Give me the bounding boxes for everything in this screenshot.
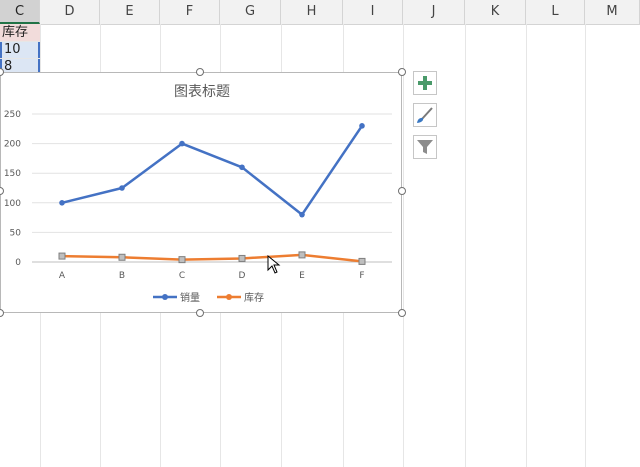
data-point-stock (238, 254, 246, 262)
resize-handle-top[interactable] (196, 68, 204, 76)
series-line-stock (61, 253, 363, 263)
grid-line (0, 58, 40, 59)
column-header-H[interactable]: H (281, 0, 343, 24)
y-tick-label: 250 (4, 110, 21, 120)
chart-area[interactable]: 图表标题 250 200 150 100 50 0 A B C D E F 销量 库存 (0, 72, 402, 313)
chart-filters-button[interactable] (413, 135, 437, 159)
column-header-bar: C D E F G H I J K L M (0, 0, 640, 25)
grid-line (0, 41, 40, 42)
grid-line (585, 24, 586, 467)
resize-handle-bottom-left[interactable] (0, 309, 4, 317)
grid-line (526, 24, 527, 467)
data-point-stock (358, 257, 366, 265)
data-point-sales (239, 164, 245, 171)
data-point-sales (119, 185, 125, 191)
legend-label-stock: 库存 (244, 291, 264, 304)
x-tick-label: A (59, 271, 66, 281)
x-tick-label: B (119, 271, 125, 281)
y-tick-label: 100 (4, 199, 21, 209)
x-tick-label: C (179, 271, 185, 281)
filter-icon (417, 140, 433, 154)
column-header-F[interactable]: F (160, 0, 220, 24)
data-point-sales (359, 123, 365, 129)
grid-line (403, 24, 404, 467)
data-point-stock (298, 251, 306, 259)
column-header-D[interactable]: D (40, 0, 100, 24)
y-tick-label: 150 (4, 169, 21, 179)
resize-handle-right[interactable] (398, 187, 406, 195)
resize-handle-top-right[interactable] (398, 68, 406, 76)
column-header-E[interactable]: E (100, 0, 160, 24)
chart-title[interactable]: 图表标题 (174, 84, 230, 100)
plot-area[interactable]: 250 200 150 100 50 0 A B C D E F (4, 110, 392, 281)
cell-c1[interactable]: 库存 (0, 24, 40, 41)
column-header-I[interactable]: I (343, 0, 403, 24)
y-tick-label: 0 (15, 258, 21, 268)
column-header-C[interactable]: C (0, 0, 40, 24)
legend-marker-sales (162, 294, 168, 300)
chart-legend[interactable]: 销量 库存 (153, 291, 264, 304)
series-line-sales (61, 125, 364, 216)
cell-c2[interactable]: 10 (0, 41, 40, 58)
plus-icon (418, 76, 432, 90)
column-header-L[interactable]: L (526, 0, 585, 24)
brush-icon (417, 107, 433, 123)
chart-elements-button[interactable] (413, 71, 437, 95)
data-point-stock (58, 252, 66, 260)
data-point-stock (118, 253, 126, 261)
grid-line (465, 24, 466, 467)
data-point-sales (299, 211, 305, 218)
resize-handle-bottom-right[interactable] (398, 309, 406, 317)
legend-marker-stock (226, 294, 232, 300)
column-header-K[interactable]: K (465, 0, 526, 24)
chart-svg: 图表标题 250 200 150 100 50 0 A B C D E F 销量 库存 (4, 84, 392, 304)
x-tick-label: E (299, 271, 305, 281)
mouse-cursor-icon (267, 255, 281, 274)
y-tick-label: 50 (10, 228, 22, 238)
resize-handle-bottom[interactable] (196, 309, 204, 317)
x-tick-label: D (239, 271, 246, 281)
y-tick-label: 200 (4, 140, 21, 150)
column-header-G[interactable]: G (220, 0, 281, 24)
column-header-J[interactable]: J (403, 0, 465, 24)
data-point-stock (178, 256, 186, 264)
data-point-sales (179, 140, 185, 147)
data-point-sales (59, 200, 65, 206)
x-tick-label: F (359, 271, 364, 281)
legend-label-sales: 销量 (180, 291, 200, 304)
chart-styles-button[interactable] (413, 103, 437, 127)
column-header-M[interactable]: M (585, 0, 640, 24)
